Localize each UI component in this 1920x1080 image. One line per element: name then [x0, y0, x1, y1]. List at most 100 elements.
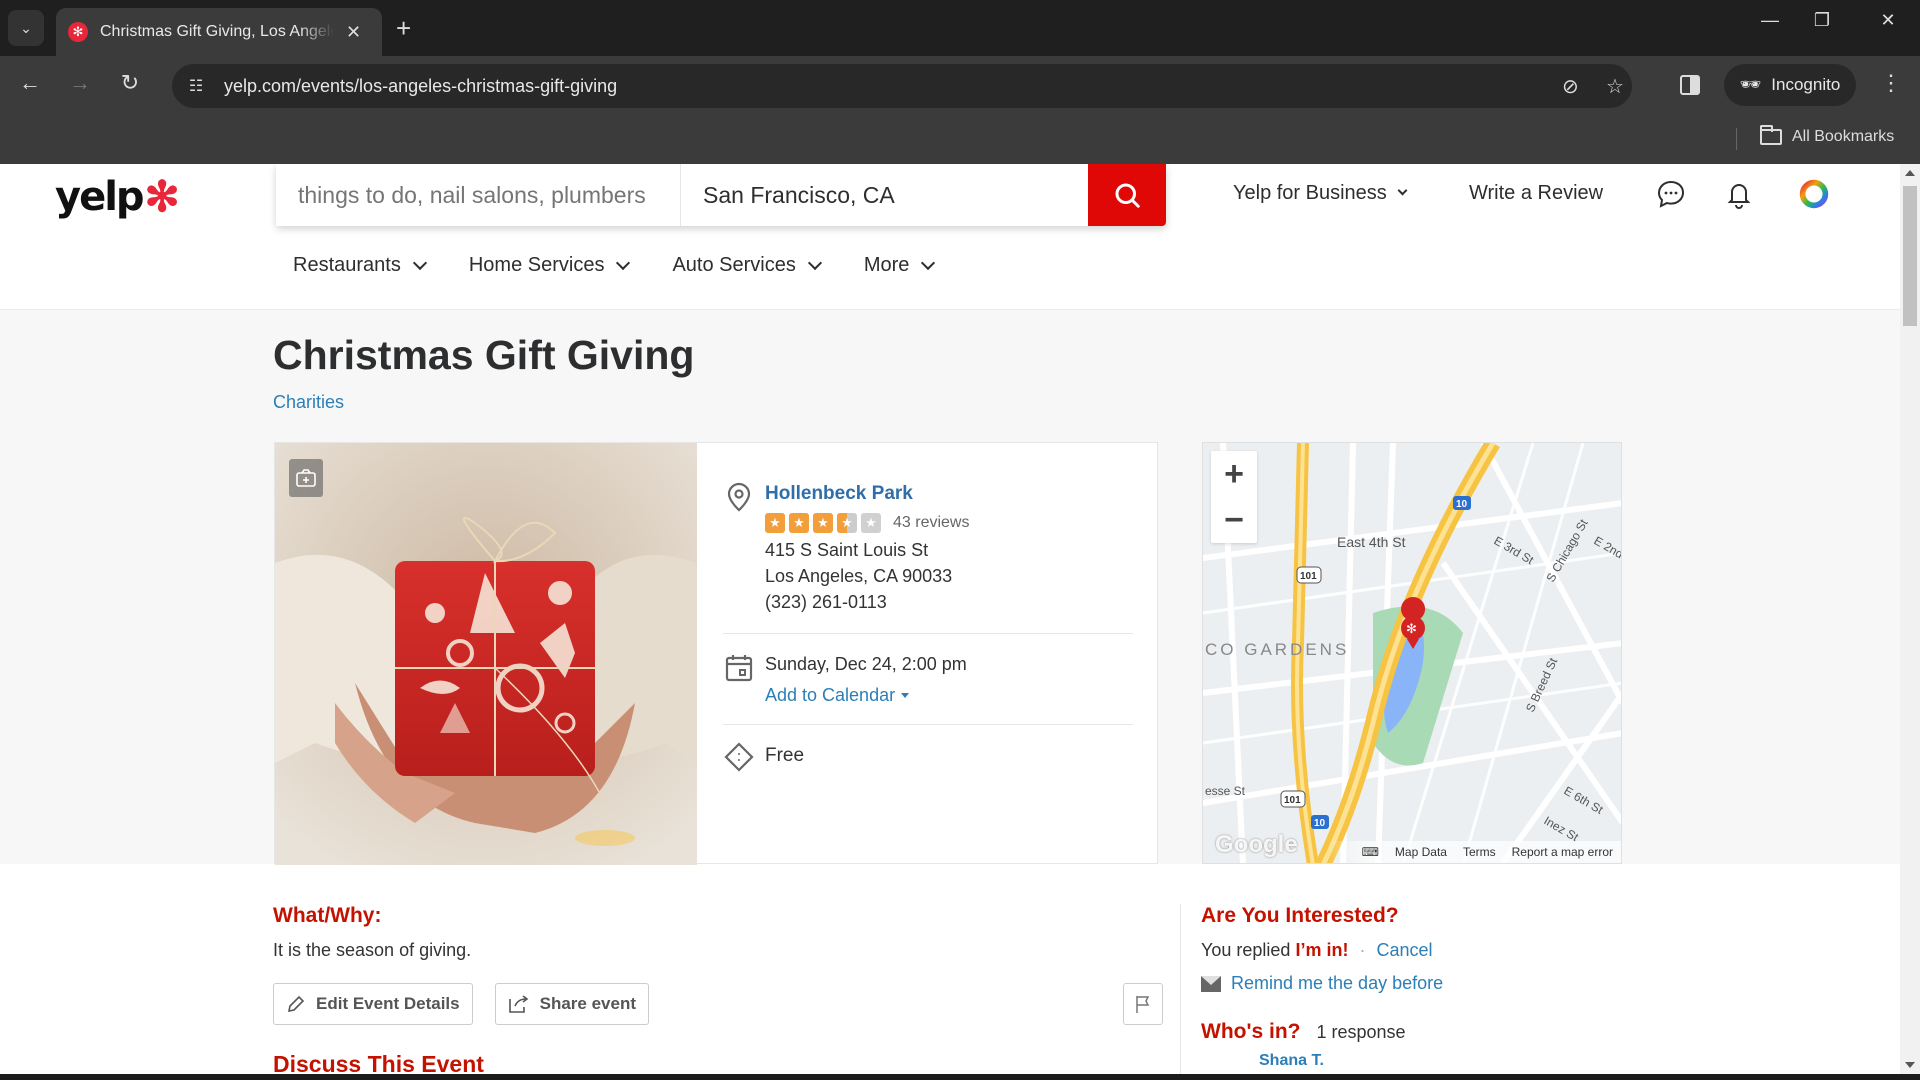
map-zoom-out-button[interactable]: −	[1211, 497, 1257, 543]
category-label: Restaurants	[293, 254, 401, 276]
browser-tab-active[interactable]: ✻ Christmas Gift Giving, Los Angeles ✕	[56, 8, 382, 56]
info-divider	[723, 633, 1133, 634]
browser-menu-icon[interactable]: ⋮	[1880, 70, 1902, 96]
folder-icon	[1760, 125, 1782, 145]
chevron-down-icon	[807, 255, 822, 270]
category-auto-services[interactable]: Auto Services	[672, 254, 822, 277]
svg-text:esse St: esse St	[1205, 784, 1246, 798]
report-flag-button[interactable]	[1123, 983, 1163, 1025]
incognito-icon: 🕶	[1739, 75, 1762, 94]
add-photo-camera-icon[interactable]	[289, 459, 323, 497]
bookmarks-divider	[1736, 128, 1737, 150]
map-zoom-in-button[interactable]: +	[1211, 451, 1257, 497]
venue-name-link[interactable]: Hollenbeck Park	[765, 483, 1133, 505]
messages-icon[interactable]	[1653, 176, 1689, 212]
share-icon	[508, 995, 528, 1013]
map-zoom-controls: + −	[1211, 451, 1257, 543]
url-text[interactable]: yelp.com/events/los-angeles-christmas-gi…	[224, 76, 617, 97]
notifications-bell-icon[interactable]	[1721, 176, 1757, 212]
category-label: Auto Services	[672, 254, 796, 276]
event-title: Christmas Gift Giving	[273, 332, 695, 378]
yelp-logo[interactable]: yelp ✻	[55, 174, 180, 220]
star-full-icon: ★	[813, 513, 833, 533]
report-map-error-link[interactable]: Report a map error	[1512, 845, 1613, 859]
cancel-rsvp-link[interactable]: Cancel	[1376, 940, 1432, 960]
date-block: Sunday, Dec 24, 2:00 pm Add to Calendar	[723, 654, 1133, 706]
minimize-button[interactable]: —	[1750, 10, 1790, 31]
yelp-burst-icon: ✻	[144, 173, 180, 220]
search-button[interactable]	[1088, 164, 1166, 226]
incognito-label: Incognito	[1771, 75, 1841, 94]
whos-in-heading: Who's in?	[1201, 1020, 1301, 1043]
back-button[interactable]: ←	[14, 70, 46, 96]
share-event-button[interactable]: Share event	[494, 983, 649, 1025]
yelp-for-business-menu[interactable]: Yelp for Business	[1233, 182, 1408, 205]
forward-button[interactable]: →	[64, 70, 96, 96]
attendee-name-link[interactable]: Shana T.	[1259, 1052, 1621, 1070]
bottom-edge	[0, 1074, 1920, 1080]
svg-text:10: 10	[1456, 499, 1468, 510]
incognito-badge[interactable]: 🕶 Incognito	[1724, 64, 1856, 106]
rsvp-value: I’m in!	[1295, 940, 1349, 960]
gift-photo-illustration	[275, 443, 697, 865]
search-location-input[interactable]: San Francisco, CA	[681, 164, 1088, 226]
venue-block: Hollenbeck Park ★ ★ ★ ★ ★ 43 reviews 415…	[723, 482, 1133, 615]
star-empty-icon: ★	[861, 513, 881, 533]
add-to-calendar-dropdown[interactable]: Add to Calendar	[765, 685, 910, 706]
reload-button[interactable]: ↻	[114, 70, 146, 96]
bookmarks-bar: All Bookmarks	[0, 114, 1920, 164]
search-icon	[1115, 183, 1140, 208]
category-more[interactable]: More	[864, 254, 936, 277]
bookmark-star-icon[interactable]: ☆	[1606, 74, 1624, 99]
write-review-link[interactable]: Write a Review	[1469, 182, 1603, 205]
restore-button[interactable]: ❐	[1802, 10, 1842, 31]
tab-close-icon[interactable]: ✕	[346, 22, 361, 43]
new-tab-button[interactable]: +	[396, 12, 411, 44]
close-window-button[interactable]: ✕	[1868, 10, 1908, 31]
user-avatar[interactable]	[1796, 176, 1832, 212]
remind-me-row[interactable]: Remind me the day before	[1201, 973, 1621, 994]
yelp-header: yelp ✻ San Francisco, CA Yelp for Busine…	[0, 164, 1900, 310]
star-full-icon: ★	[789, 513, 809, 533]
event-map[interactable]: East 4th St E 3rd St S Chicago St E 2nd …	[1202, 442, 1622, 864]
separator: ·	[1359, 940, 1366, 960]
event-category-link[interactable]: Charities	[273, 392, 344, 413]
side-panel-icon[interactable]	[1680, 75, 1700, 95]
address-bar[interactable]: ☷ yelp.com/events/los-angeles-christmas-…	[172, 64, 1632, 108]
scroll-up-arrow-icon[interactable]	[1905, 170, 1915, 176]
review-count-link[interactable]: 43 reviews	[893, 514, 969, 532]
map-footer: ⌨ Map Data Terms Report a map error	[1203, 841, 1621, 863]
all-bookmarks-button[interactable]: All Bookmarks	[1760, 125, 1894, 146]
discuss-event-heading: Discuss This Event	[273, 1051, 484, 1074]
yelp-favicon-icon: ✻	[68, 22, 88, 42]
what-why-heading: What/Why:	[273, 904, 382, 927]
remind-me-link[interactable]: Remind me the day before	[1231, 973, 1443, 994]
venue-phone: (323) 261-0113	[765, 592, 887, 612]
info-divider	[723, 724, 1133, 725]
event-details-section: What/Why: It is the season of giving. Ed…	[273, 904, 1163, 1074]
column-divider	[1180, 904, 1181, 1074]
scrollbar-thumb[interactable]	[1903, 186, 1917, 326]
search-find-input[interactable]	[276, 164, 681, 226]
event-price: Free	[765, 745, 805, 766]
flag-icon	[1136, 996, 1150, 1013]
envelope-icon	[1201, 975, 1221, 992]
map-data-link[interactable]: Map Data	[1395, 845, 1447, 859]
map-terms-link[interactable]: Terms	[1463, 845, 1496, 859]
browser-toolbar: ← → ↻ ☷ yelp.com/events/los-angeles-chri…	[0, 56, 1920, 114]
location-pin-icon	[727, 482, 751, 512]
event-datetime: Sunday, Dec 24, 2:00 pm	[765, 654, 967, 674]
edit-event-label: Edit Event Details	[316, 994, 460, 1013]
svg-text:101: 101	[1300, 571, 1317, 582]
tab-search-button[interactable]: ⌄	[8, 10, 44, 46]
event-photo[interactable]	[275, 443, 697, 865]
site-info-icon[interactable]: ☷	[176, 66, 216, 106]
category-home-services[interactable]: Home Services	[469, 254, 631, 277]
scroll-down-arrow-icon[interactable]	[1905, 1062, 1915, 1068]
keyboard-shortcuts-icon[interactable]: ⌨	[1362, 845, 1379, 859]
calendar-icon	[725, 655, 753, 682]
edit-event-details-button[interactable]: Edit Event Details	[273, 983, 473, 1025]
page-scrollbar[interactable]	[1900, 164, 1920, 1074]
category-restaurants[interactable]: Restaurants	[293, 254, 427, 277]
tracking-protection-eye-off-icon[interactable]: ⊘	[1562, 74, 1579, 99]
